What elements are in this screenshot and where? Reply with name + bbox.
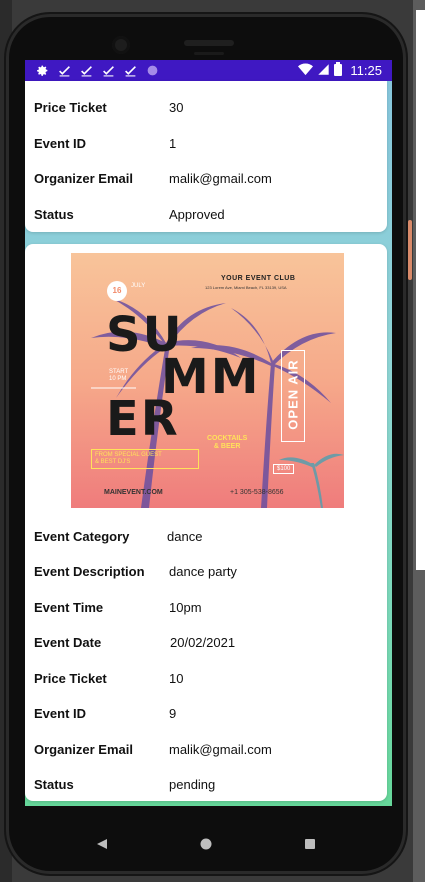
field-value: 10: [169, 671, 184, 686]
field-value: dance: [167, 529, 203, 544]
poster-cocktails: COCKTAILS & BEER: [207, 435, 247, 452]
event-card[interactable]: YOUR EVENT CLUB 123 Lorem Ave, Miami Bea…: [25, 244, 387, 801]
event-card[interactable]: Price Ticket 30 Event ID 1 Organizer Ema…: [25, 81, 387, 232]
field-row-organizer-email: Organizer Email malik@gmail.com: [34, 171, 377, 191]
field-label: Event Time: [34, 600, 104, 615]
poster-price: $100: [273, 464, 295, 474]
poster-club: YOUR EVENT CLUB: [221, 275, 296, 282]
field-label: Event ID: [34, 706, 87, 721]
field-value: malik@gmail.com: [169, 742, 272, 757]
field-row-event-category: Event Category dance: [34, 529, 377, 549]
field-value: malik@gmail.com: [169, 171, 272, 186]
poster-guest-line2: & BEST DJ'S: [95, 459, 131, 466]
speaker: [184, 40, 234, 46]
app-screen[interactable]: 11:25 Price Ticket 30 Event ID 1 Organiz…: [25, 60, 392, 806]
field-row-event-date: Event Date 20/02/2021: [34, 635, 377, 655]
field-label: Organizer Email: [34, 742, 133, 757]
field-value: 20/02/2021: [170, 635, 236, 650]
field-row-price-ticket: Price Ticket 30: [34, 100, 377, 120]
circle-icon: [145, 63, 160, 78]
field-value: 9: [169, 706, 177, 721]
battery-icon: [334, 62, 343, 79]
field-label: Event Category: [34, 529, 130, 544]
poster-guest: FROM SPECIAL GUEST & BEST DJ'S: [91, 449, 199, 470]
navigation-bar: [6, 820, 406, 870]
poster-month: JULY: [131, 283, 146, 289]
field-label: Event Description: [34, 564, 145, 579]
poster-address: 123 Lorem Ave, Miami Beach, FL 33139, US…: [205, 285, 287, 290]
field-value: 30: [169, 100, 184, 115]
check-icon: [79, 63, 94, 78]
poster-website: MAINEVENT.COM: [104, 489, 163, 496]
poster-open-air: OPEN AIR: [285, 359, 301, 430]
field-value: 10pm: [169, 600, 202, 615]
recents-square-icon[interactable]: [298, 832, 322, 856]
field-label: Event Date: [34, 635, 102, 650]
field-row-event-time: Event Time 10pm: [34, 600, 377, 620]
field-label: Price Ticket: [34, 671, 107, 686]
side-panel: [416, 10, 425, 570]
field-value: pending: [169, 777, 216, 792]
poster-day: 16: [107, 281, 127, 301]
poster-headline-3: ER: [106, 391, 180, 447]
back-triangle-icon[interactable]: [90, 832, 114, 856]
field-label: Organizer Email: [34, 171, 133, 186]
signal-icon: [317, 63, 330, 79]
poster-start-time: 10 PM: [109, 376, 127, 383]
poster-guest-line1: FROM SPECIAL GUEST: [95, 452, 162, 458]
clock: 11:25: [350, 63, 382, 78]
poster-cocktails-line2: & BEER: [213, 443, 241, 451]
phone-frame: 11:25 Price Ticket 30 Event ID 1 Organiz…: [6, 14, 406, 874]
camera: [112, 36, 130, 54]
field-label: Status: [34, 777, 74, 792]
gear-icon: [35, 63, 50, 78]
wifi-icon: [298, 63, 314, 79]
poster-start-label: START: [109, 369, 129, 375]
event-poster-image: YOUR EVENT CLUB 123 Lorem Ave, Miami Bea…: [71, 253, 344, 508]
poster-start: START 10 PM: [109, 369, 128, 383]
speaker-grille: [194, 52, 224, 55]
field-row-event-id: Event ID 1: [34, 136, 377, 156]
field-value: dance party: [169, 564, 237, 579]
field-value: 1: [169, 136, 177, 151]
poster-phone: +1 305-538-8656: [230, 489, 284, 496]
poster-cocktails-line1: COCKTAILS: [207, 435, 248, 442]
check-icon: [57, 63, 72, 78]
field-row-price-ticket: Price Ticket 10: [34, 671, 377, 691]
field-value: Approved: [169, 207, 225, 222]
field-row-event-description: Event Description dance party: [34, 564, 377, 584]
side-accent: [408, 220, 412, 280]
field-row-status: Status Approved: [34, 207, 377, 227]
field-label: Event ID: [34, 136, 87, 151]
field-row-status: Status pending: [34, 777, 377, 797]
check-icon: [101, 63, 116, 78]
field-row-event-id: Event ID 9: [34, 706, 377, 726]
field-row-organizer-email: Organizer Email malik@gmail.com: [34, 742, 377, 762]
field-label: Price Ticket: [34, 100, 107, 115]
status-bar: 11:25: [25, 60, 392, 81]
home-circle-icon[interactable]: [194, 832, 218, 856]
poster-open-air-box: OPEN AIR: [281, 350, 305, 442]
check-icon: [123, 63, 138, 78]
field-label: Status: [34, 207, 74, 222]
